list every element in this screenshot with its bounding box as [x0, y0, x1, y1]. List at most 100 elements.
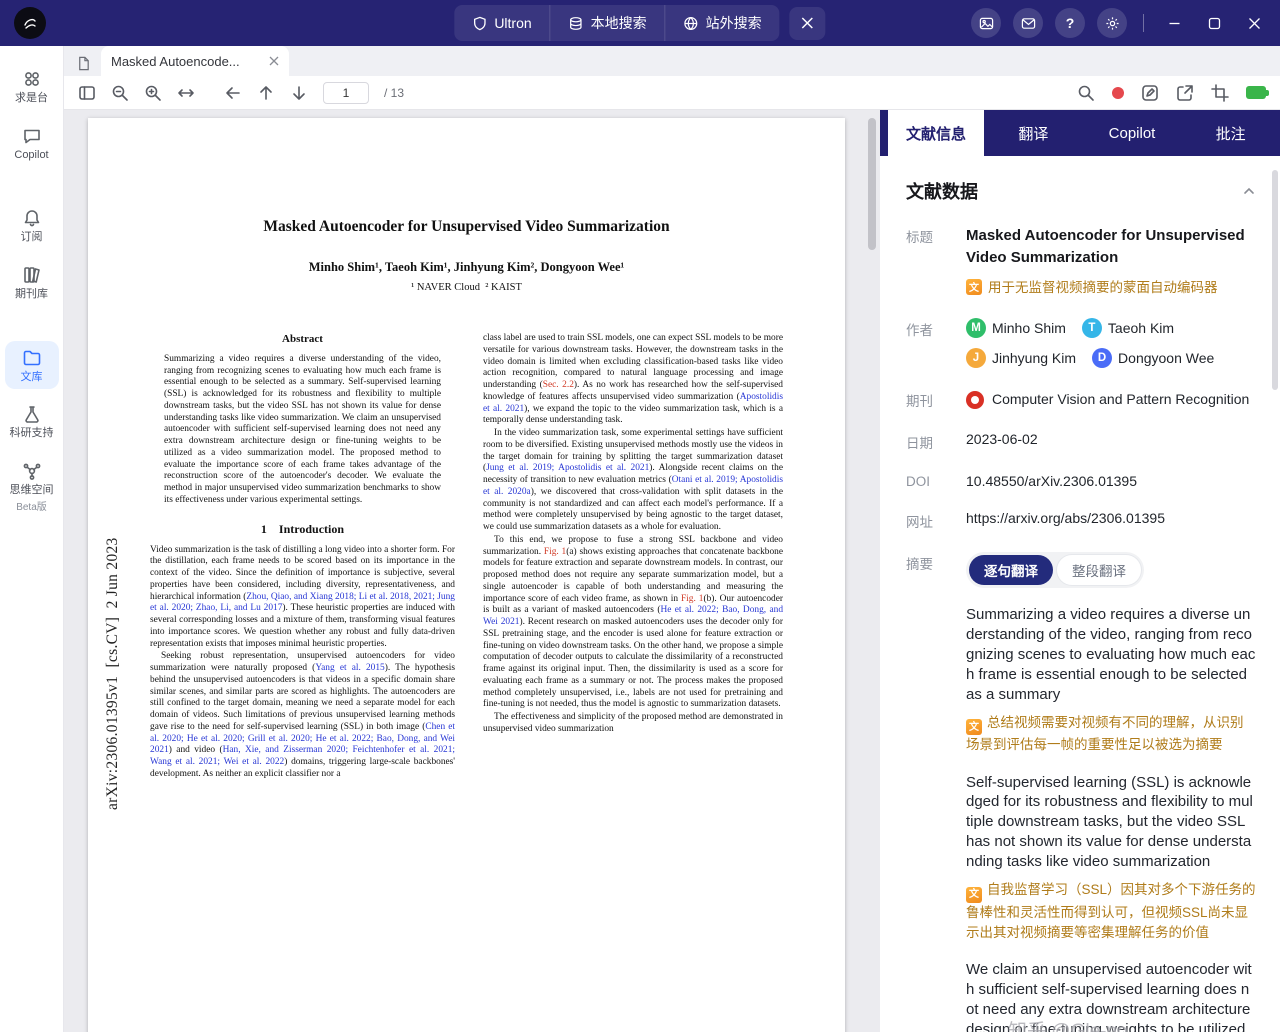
- titlebar-divider: [1143, 14, 1144, 32]
- sidebar-item-journals[interactable]: 期刊库: [5, 258, 59, 307]
- translate-mode-toggle: 逐句翻译 整段翻译: [966, 552, 1144, 589]
- flask-icon: [24, 406, 39, 424]
- question-icon: ?: [1065, 15, 1075, 31]
- bell-icon: [24, 210, 39, 227]
- search-group-close-button[interactable]: [789, 6, 826, 40]
- field-label-date: 日期: [906, 436, 933, 452]
- local-search-button[interactable]: 本地搜索: [551, 5, 666, 41]
- settings-button[interactable]: [1097, 8, 1127, 38]
- panel-tabs: 文献信息 翻译 Copilot 批注: [880, 110, 1280, 156]
- author-avatar: D: [1092, 348, 1113, 369]
- author-name: Jinhyung Kim: [992, 350, 1077, 367]
- sidebar-item-label: 期刊库: [15, 287, 48, 300]
- sidebar-item-research-support[interactable]: 科研支持: [5, 397, 59, 446]
- titlebar: Ultron 本地搜索 站外搜索 ?: [0, 0, 1280, 46]
- journal-name: Computer Vision and Pattern Recognition: [992, 391, 1250, 408]
- chat-bubble-icon: [23, 129, 40, 143]
- paper-title: Masked Autoencoder for Unsupervised Vide…: [263, 218, 670, 235]
- share-icon[interactable]: [1176, 84, 1194, 102]
- field-label-title: 标题: [906, 230, 933, 245]
- page-number-input[interactable]: [323, 81, 369, 104]
- author-chip[interactable]: M Minho Shim: [966, 318, 1066, 339]
- help-button[interactable]: ?: [1055, 8, 1085, 38]
- pdf-scrollbar-thumb[interactable]: [868, 118, 876, 250]
- abstract-sentence-zh: 文自我监督学习（SSL）因其对多个下游任务的鲁棒性和灵活性而得到认可，但视频SS…: [966, 882, 1256, 940]
- chevron-up-icon[interactable]: [1242, 184, 1256, 198]
- titlebar-search-group: Ultron 本地搜索 站外搜索: [454, 5, 780, 41]
- books-icon: [23, 267, 40, 283]
- back-icon[interactable]: [224, 84, 242, 102]
- sidebar-item-mindspace[interactable]: 思维空间 Beta版: [5, 454, 59, 520]
- mindmap-icon: [23, 463, 40, 480]
- sidebar-item-label: 订阅: [20, 231, 43, 244]
- paragraph-translate-button[interactable]: 整段翻译: [1057, 555, 1141, 586]
- sidebar-item-copilot[interactable]: Copilot: [5, 119, 59, 168]
- tab-close-icon[interactable]: [269, 56, 279, 66]
- zoom-in-icon[interactable]: [144, 84, 162, 102]
- paragraph: The effectiveness and simplicity of the …: [483, 712, 783, 734]
- maximize-button[interactable]: [1200, 9, 1228, 37]
- external-search-button[interactable]: 站外搜索: [666, 5, 780, 41]
- field-label-doi: DOI: [906, 474, 931, 490]
- translate-icon: 文: [966, 278, 982, 295]
- sidebar-item-label: 科研支持: [9, 427, 54, 440]
- tab-annotations[interactable]: 批注: [1181, 110, 1280, 156]
- status-battery-icon[interactable]: [1246, 86, 1269, 99]
- tab-copilot[interactable]: Copilot: [1083, 110, 1182, 156]
- translate-icon: 文: [966, 886, 982, 903]
- section-title: 文献数据: [906, 182, 978, 202]
- folder-icon: [23, 350, 40, 365]
- sidebar-item-label: 思维空间: [9, 483, 54, 496]
- dashboard-icon: [24, 72, 39, 86]
- field-label-url: 网址: [906, 515, 933, 531]
- sentence-translate-button[interactable]: 逐句翻译: [969, 555, 1053, 586]
- journal-icon: [966, 391, 984, 410]
- author-chip[interactable]: J Jinhyung Kim: [966, 348, 1077, 369]
- crop-icon[interactable]: [1211, 83, 1229, 102]
- abstract-sentence-en: We claim an unsupervised autoencoder wit…: [966, 961, 1252, 1032]
- panel-scrollbar-thumb[interactable]: [1272, 170, 1278, 390]
- zoom-out-icon[interactable]: [111, 84, 129, 102]
- document-tab[interactable]: Masked Autoencode...: [101, 46, 289, 76]
- next-page-icon[interactable]: [290, 84, 308, 102]
- abstract-sentence-en: Self-supervised learning (SSL) is acknow…: [966, 773, 1253, 871]
- author-avatar: M: [966, 318, 986, 339]
- paper-authors: Minho Shim¹, Taeoh Kim¹, Jinhyung Kim², …: [308, 260, 625, 274]
- fit-width-icon[interactable]: [177, 84, 195, 102]
- close-icon: [802, 17, 814, 29]
- sidebar-item-sublabel: Beta版: [16, 502, 47, 514]
- pdf-viewer[interactable]: arXiv:2306.01395v1 [cs.CV] 2 Jun 2023 Ma…: [64, 110, 880, 1032]
- tab-literature-info[interactable]: 文献信息: [888, 110, 984, 156]
- previous-page-icon[interactable]: [257, 84, 275, 102]
- search-document-icon[interactable]: [1077, 84, 1095, 102]
- minimize-button[interactable]: [1160, 9, 1188, 37]
- record-button[interactable]: [1112, 86, 1124, 99]
- ultron-button[interactable]: Ultron: [454, 5, 551, 41]
- annotate-pen-icon[interactable]: [1141, 84, 1159, 102]
- messages-button[interactable]: [1013, 8, 1043, 38]
- abstract-block: We claim an unsupervised autoencoder wit…: [966, 960, 1256, 1032]
- url-value[interactable]: https://arxiv.org/abs/2306.01395: [966, 510, 1256, 531]
- field-label-authors: 作者: [906, 323, 933, 339]
- paper-column-right: class label are used to train SSL models…: [483, 333, 783, 782]
- paper-column-left: Abstract Summarizing a video requires a …: [150, 333, 455, 782]
- author-avatar: J: [966, 348, 986, 369]
- sidebar-item-home[interactable]: 求是台: [5, 62, 59, 111]
- sidebar-item-label: Copilot: [14, 148, 49, 161]
- title-translation: 用于无监督视频摘要的蒙面自动编码器: [988, 279, 1218, 295]
- minimize-icon: [1169, 22, 1179, 24]
- abstract-text: Summarizing a video requires a diverse u…: [164, 353, 441, 505]
- screenshot-button[interactable]: [971, 8, 1001, 38]
- window-close-button[interactable]: [1240, 9, 1268, 37]
- author-chip[interactable]: D Dongyoon Wee: [1092, 348, 1214, 369]
- sidebar-item-subscriptions[interactable]: 订阅: [5, 201, 59, 250]
- abstract-block: Self-supervised learning (SSL) is acknow…: [966, 773, 1256, 944]
- paper-affiliation: ¹ NAVER Cloud ² KAIST: [411, 282, 522, 293]
- sidebar-item-library[interactable]: 文库: [4, 340, 59, 390]
- translate-icon: 文: [966, 719, 982, 736]
- author-avatar: T: [1081, 318, 1102, 339]
- author-chip[interactable]: T Taeoh Kim: [1081, 318, 1174, 339]
- sidebar-toggle-icon[interactable]: [78, 84, 96, 102]
- tab-translate[interactable]: 翻译: [984, 110, 1083, 156]
- file-icon[interactable]: [76, 56, 91, 71]
